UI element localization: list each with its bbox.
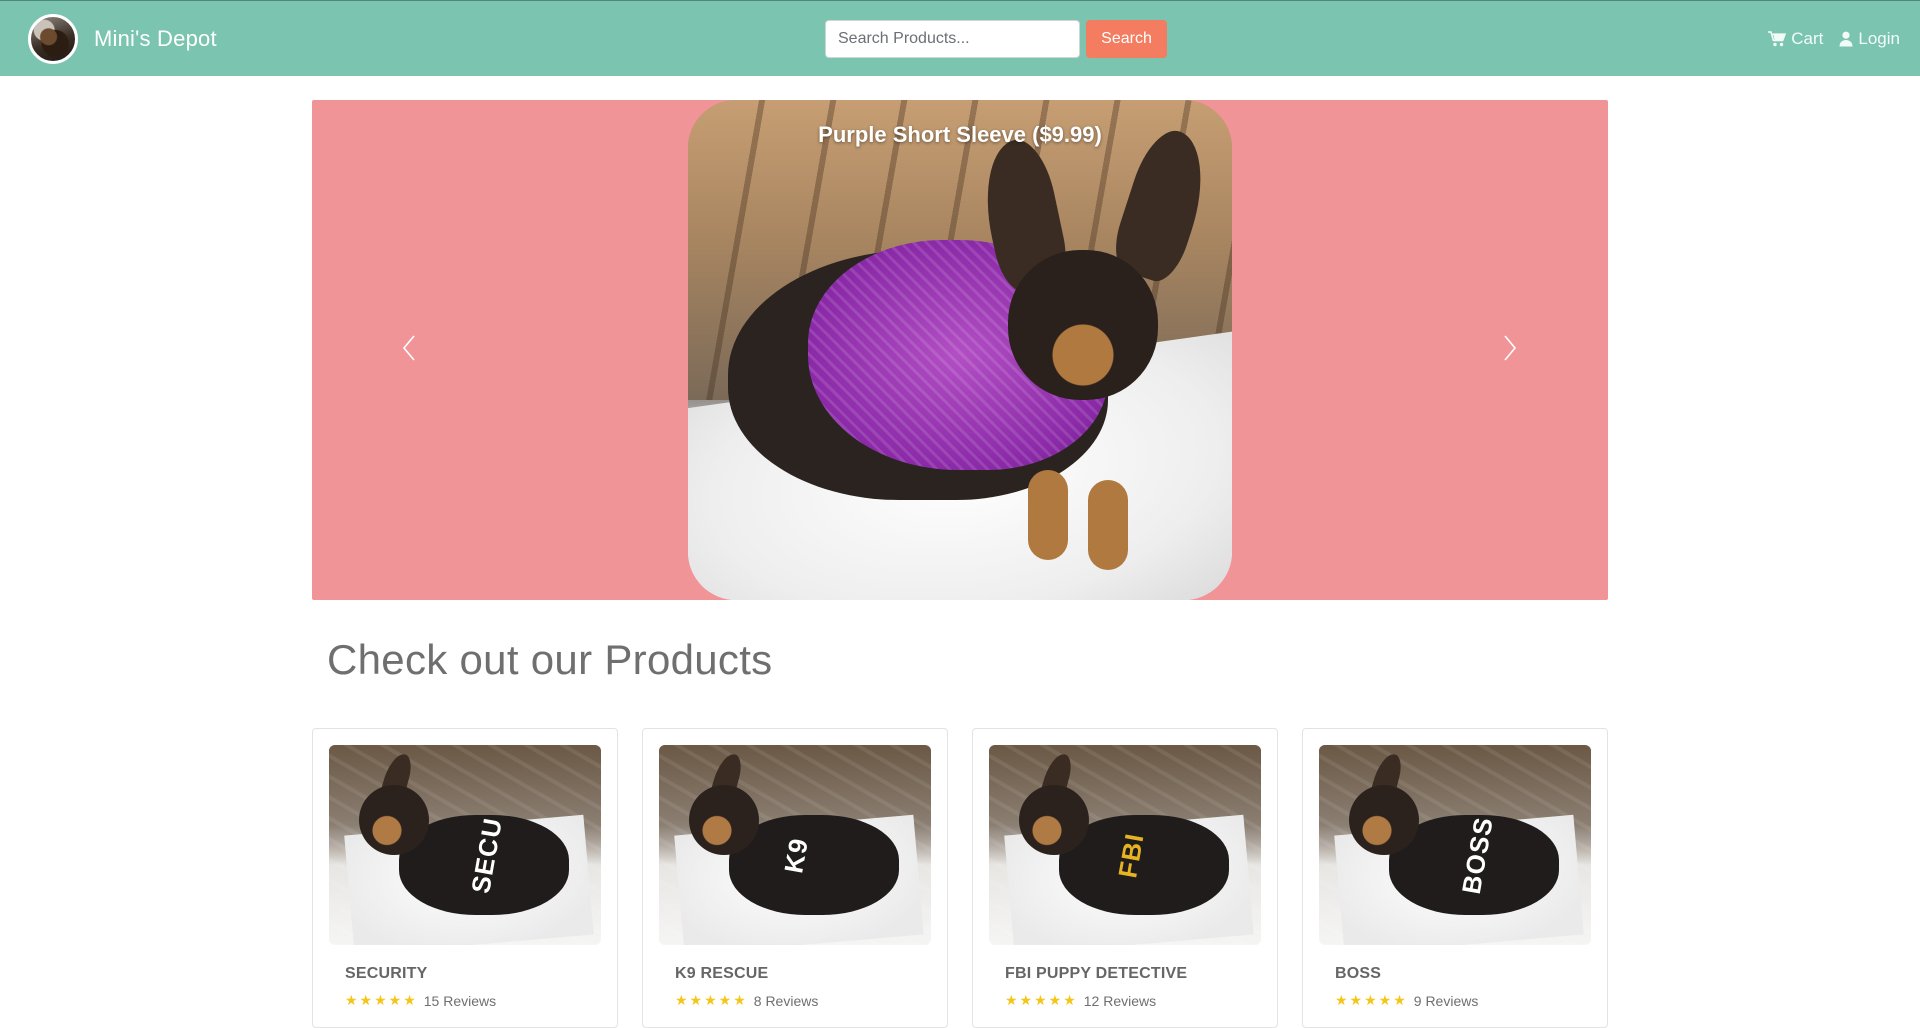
shopping-cart-icon <box>1768 31 1787 47</box>
login-label: Login <box>1858 29 1900 48</box>
product-rating: ★★★★★ 9 Reviews <box>1335 992 1478 1009</box>
product-name[interactable]: BOSS <box>1335 965 1381 983</box>
search-input[interactable] <box>825 20 1080 58</box>
carousel-prev-button[interactable] <box>374 314 444 386</box>
product-print-text: K9 <box>778 835 814 876</box>
review-count: 8 Reviews <box>753 992 819 1009</box>
cart-label: Cart <box>1791 29 1824 48</box>
carousel-caption: Purple Short Sleeve ($9.99) <box>818 122 1102 147</box>
product-name[interactable]: SECURITY <box>345 965 428 983</box>
product-grid: SECU SECURITY ★★★★★ 15 Reviews K9 K9 RES… <box>312 728 1608 1028</box>
review-count: 15 Reviews <box>423 992 497 1009</box>
product-card[interactable]: K9 K9 RESCUE ★★★★★ 8 Reviews <box>642 728 948 1028</box>
product-name[interactable]: K9 RESCUE <box>675 965 768 983</box>
product-card[interactable]: FBI FBI PUPPY DETECTIVE ★★★★★ 12 Reviews <box>972 728 1278 1028</box>
navbar: Mini's Depot Search Cart <box>0 0 1920 76</box>
brand-home-link[interactable]: Mini's Depot <box>28 13 217 65</box>
brand-logo <box>28 14 78 64</box>
product-rating: ★★★★★ 15 Reviews <box>345 992 496 1009</box>
brand-name: Mini's Depot <box>94 26 217 51</box>
product-name[interactable]: FBI PUPPY DETECTIVE <box>1005 965 1187 983</box>
nav-right: Cart Login <box>1768 25 1900 53</box>
carousel-next-button[interactable] <box>1475 314 1545 386</box>
product-card[interactable]: BOSS BOSS ★★★★★ 9 Reviews <box>1302 728 1608 1028</box>
login-link[interactable]: Login <box>1839 29 1900 49</box>
review-count: 9 Reviews <box>1413 992 1479 1009</box>
star-rating-icon: ★★★★★ <box>675 992 748 1008</box>
product-image[interactable]: K9 <box>659 745 931 945</box>
star-rating-icon: ★★★★★ <box>1005 992 1078 1008</box>
review-count: 12 Reviews <box>1083 992 1157 1009</box>
product-rating: ★★★★★ 8 Reviews <box>675 992 818 1009</box>
product-image[interactable]: FBI <box>989 745 1261 945</box>
search-button[interactable]: Search <box>1086 20 1167 58</box>
search-form: Search <box>825 20 1167 58</box>
product-carousel: Purple Short Sleeve ($9.99) <box>312 100 1608 600</box>
product-image[interactable]: SECU <box>329 745 601 945</box>
user-icon <box>1839 31 1853 47</box>
chevron-left-icon <box>401 334 417 367</box>
product-card[interactable]: SECU SECURITY ★★★★★ 15 Reviews <box>312 728 618 1028</box>
cart-link[interactable]: Cart <box>1768 29 1823 49</box>
product-rating: ★★★★★ 12 Reviews <box>1005 992 1156 1009</box>
star-rating-icon: ★★★★★ <box>1335 992 1408 1008</box>
product-image[interactable]: BOSS <box>1319 745 1591 945</box>
carousel-slide-image[interactable] <box>688 100 1232 600</box>
star-rating-icon: ★★★★★ <box>345 992 418 1008</box>
chevron-right-icon <box>1502 334 1518 367</box>
products-section-title: Check out our Products <box>327 636 773 683</box>
